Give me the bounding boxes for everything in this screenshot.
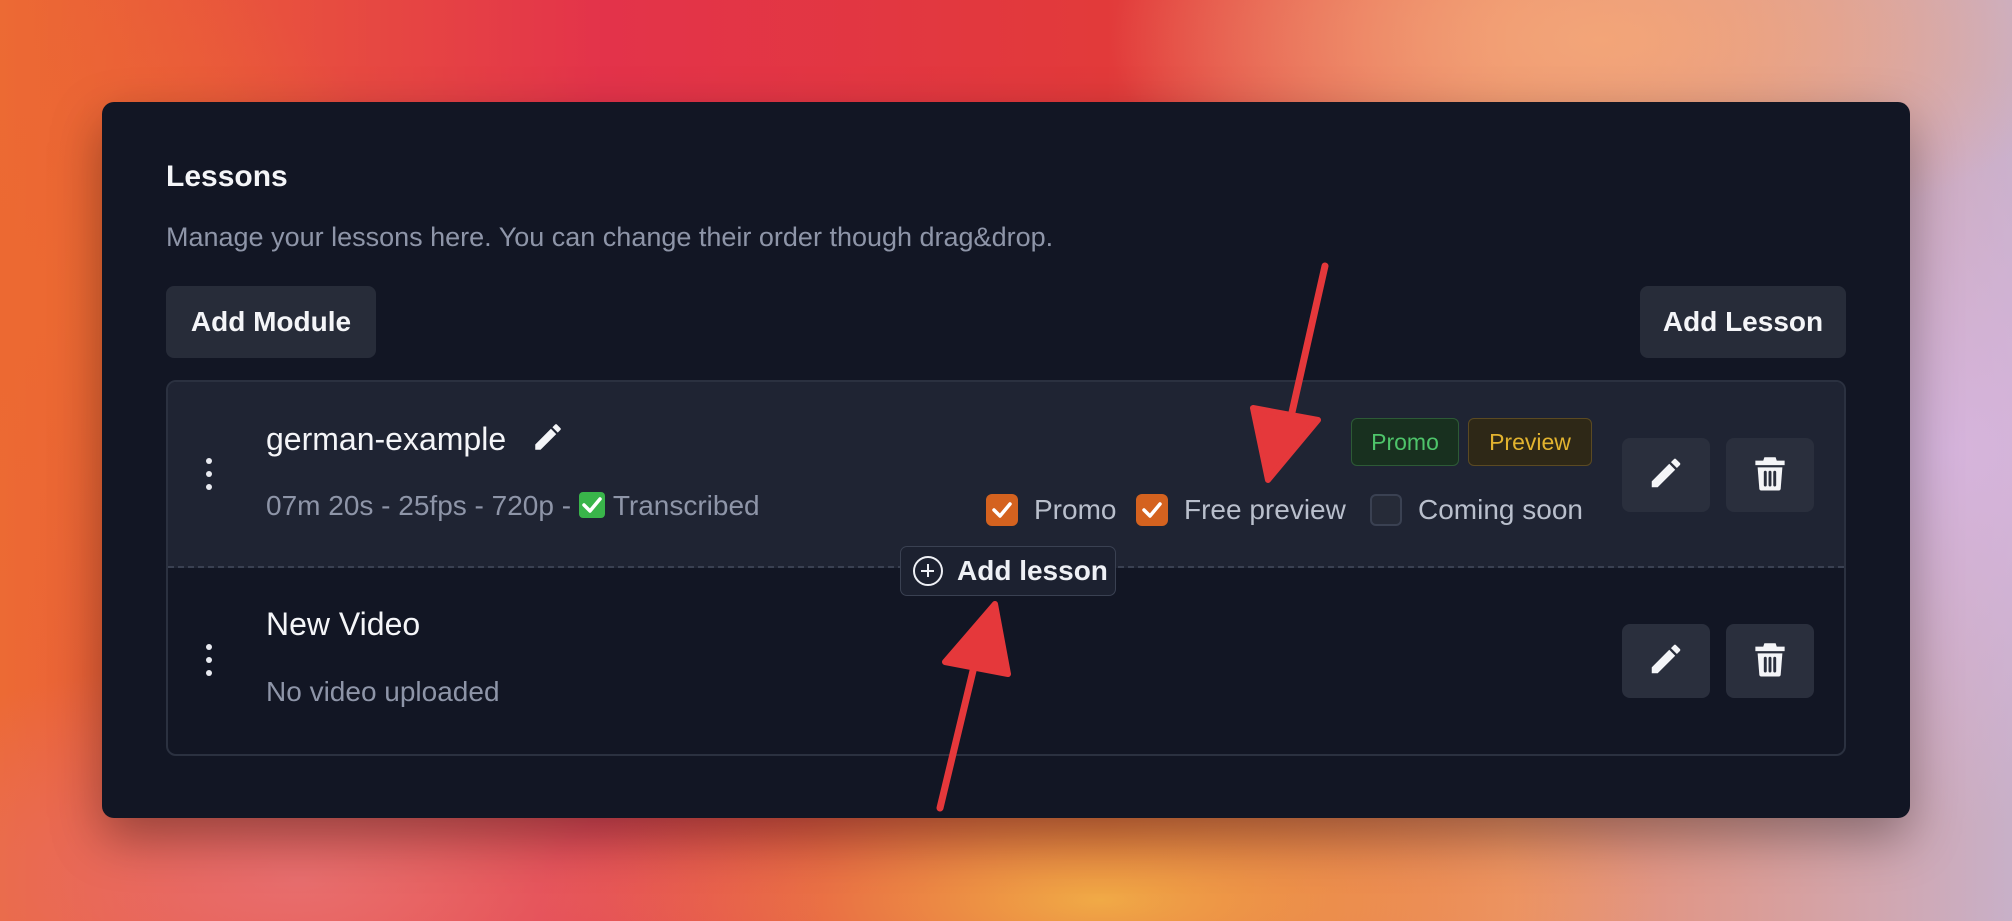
lesson-row[interactable]: german-example 07m 20s - 25fps - 720p - … <box>168 382 1844 568</box>
edit-lesson-button[interactable] <box>1622 438 1710 512</box>
free-preview-option-label: Free preview <box>1184 494 1346 525</box>
coming-soon-option[interactable]: Coming soon <box>1370 494 1583 526</box>
pencil-icon <box>1647 454 1685 497</box>
pencil-icon <box>1647 640 1685 683</box>
lessons-card: Lessons Manage your lessons here. You ca… <box>102 102 1910 818</box>
edit-lesson-button[interactable] <box>1622 624 1710 698</box>
coming-soon-checkbox[interactable] <box>1370 494 1402 526</box>
preview-badge: Preview <box>1468 418 1592 466</box>
drag-handle-icon[interactable] <box>206 458 212 497</box>
lesson-list: german-example 07m 20s - 25fps - 720p - … <box>166 380 1846 756</box>
inline-add-lesson-button[interactable]: Add lesson <box>900 546 1116 596</box>
free-preview-checkbox[interactable] <box>1136 494 1168 526</box>
coming-soon-option-label: Coming soon <box>1418 494 1583 525</box>
drag-handle-icon[interactable] <box>206 644 212 683</box>
delete-lesson-button[interactable] <box>1726 438 1814 512</box>
promo-option[interactable]: Promo <box>986 494 1116 526</box>
add-lesson-button[interactable]: Add Lesson <box>1640 286 1846 358</box>
delete-lesson-button[interactable] <box>1726 624 1814 698</box>
inline-add-lesson-label: Add lesson <box>957 555 1108 586</box>
lesson-meta: 07m 20s - 25fps - 720p - <box>266 490 579 521</box>
pencil-icon[interactable] <box>531 420 565 462</box>
lesson-title: New Video <box>266 606 421 642</box>
promo-checkbox[interactable] <box>986 494 1018 526</box>
trash-icon <box>1754 641 1786 682</box>
page-subtitle: Manage your lessons here. You can change… <box>166 222 1054 252</box>
promo-badge: Promo <box>1351 418 1459 466</box>
promo-option-label: Promo <box>1034 494 1117 525</box>
add-module-button[interactable]: Add Module <box>166 286 376 358</box>
check-icon <box>578 492 605 518</box>
trash-icon <box>1754 455 1786 496</box>
lesson-meta: No video uploaded <box>266 676 500 707</box>
lesson-title: german-example <box>266 421 507 457</box>
transcription-status: Transcribed <box>612 490 760 521</box>
free-preview-option[interactable]: Free preview <box>1136 494 1346 526</box>
page-title: Lessons <box>166 160 288 193</box>
plus-circle-icon <box>913 556 943 586</box>
